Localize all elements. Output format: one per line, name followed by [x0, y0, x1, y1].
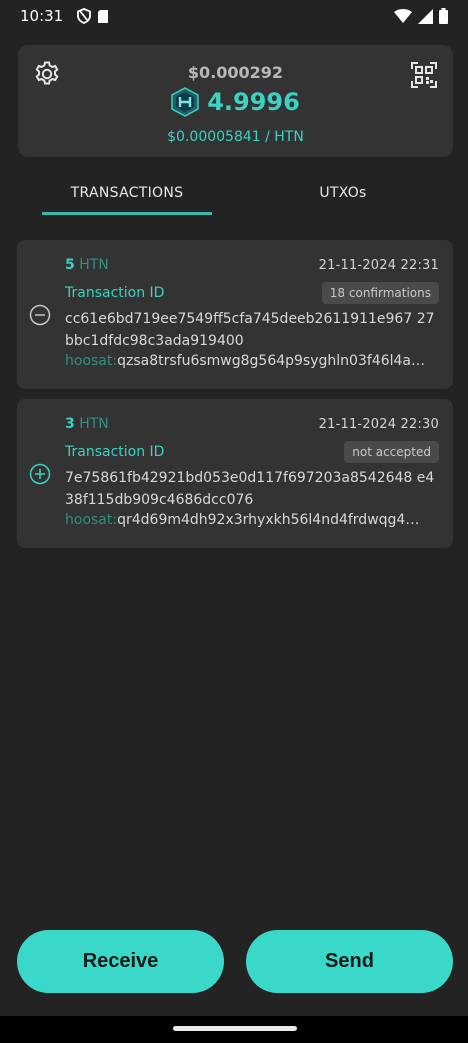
- plus-circle-icon: [29, 463, 51, 485]
- transaction-amount-value: 5: [65, 257, 75, 273]
- confirmation-badge: 18 confirmations: [321, 282, 439, 304]
- status-badge: not accepted: [344, 441, 439, 463]
- status-bar: 10:31: [0, 0, 468, 32]
- transaction-amount-unit: HTN: [79, 416, 109, 432]
- htn-amount: 4.9996: [207, 88, 300, 116]
- htn-balance-row: 4.9996: [18, 87, 453, 117]
- status-left: 10:31: [20, 7, 109, 25]
- address-prefix: hoosat:: [65, 353, 118, 369]
- transaction-date: 21-11-2024 22:30: [318, 417, 439, 432]
- transaction-amount-value: 3: [65, 416, 75, 432]
- transaction-amount: 5 HTN: [65, 257, 109, 273]
- transaction-card[interactable]: 3 HTN 21-11-2024 22:30 Transaction ID no…: [17, 399, 453, 548]
- wifi-icon: [394, 8, 412, 23]
- transaction-amount: 3 HTN: [65, 416, 109, 432]
- shield-icon: [77, 8, 92, 24]
- receive-button[interactable]: Receive: [17, 930, 224, 993]
- tab-bar: TRANSACTIONS UTXOs: [0, 185, 468, 219]
- battery-icon: [439, 8, 448, 24]
- status-time: 10:31: [20, 7, 64, 25]
- balance-card: $0.000292 4.9996 $0.00005841 / HTN: [18, 45, 453, 157]
- transaction-hash[interactable]: 7e75861fb42921bd053e0d117f697203a8542648…: [65, 467, 441, 511]
- active-tab-indicator: [42, 212, 212, 215]
- transaction-address[interactable]: hoosat:qr4d69m4dh92x3rhyxkh56l4nd4frdwqg…: [65, 512, 441, 528]
- transaction-amount-unit: HTN: [79, 257, 109, 273]
- transaction-id-label: Transaction ID: [65, 285, 165, 301]
- htn-price: $0.00005841 / HTN: [167, 129, 304, 145]
- status-right: [394, 8, 448, 24]
- transaction-address[interactable]: hoosat:qzsa8trsfu6smwg8g564p9syghln03f46…: [65, 353, 441, 369]
- transaction-card[interactable]: 5 HTN 21-11-2024 22:31 Transaction ID 18…: [17, 240, 453, 389]
- transaction-date: 21-11-2024 22:31: [318, 258, 439, 273]
- tab-utxos[interactable]: UTXOs: [258, 185, 428, 215]
- transaction-hash[interactable]: cc61e6bd719ee7549ff5cfa745deeb2611911e96…: [65, 308, 441, 352]
- system-nav-bar: [0, 1016, 468, 1043]
- address-value: qr4d69m4dh92x3rhyxkh56l4nd4frdwqg4…: [117, 512, 420, 528]
- hoosat-logo-icon: [171, 87, 199, 117]
- tab-transactions[interactable]: TRANSACTIONS: [42, 185, 212, 215]
- usd-balance: $0.000292: [187, 63, 284, 82]
- address-value: qzsa8trsfu6smwg8g564p9syghln03f46l4a…: [117, 353, 425, 369]
- send-button[interactable]: Send: [246, 930, 453, 993]
- sd-card-icon: [98, 9, 109, 23]
- minus-circle-icon: [29, 304, 51, 326]
- signal-icon: [418, 8, 433, 24]
- home-gesture-handle[interactable]: [173, 1026, 297, 1031]
- transaction-id-label: Transaction ID: [65, 444, 165, 460]
- address-prefix: hoosat:: [65, 512, 118, 528]
